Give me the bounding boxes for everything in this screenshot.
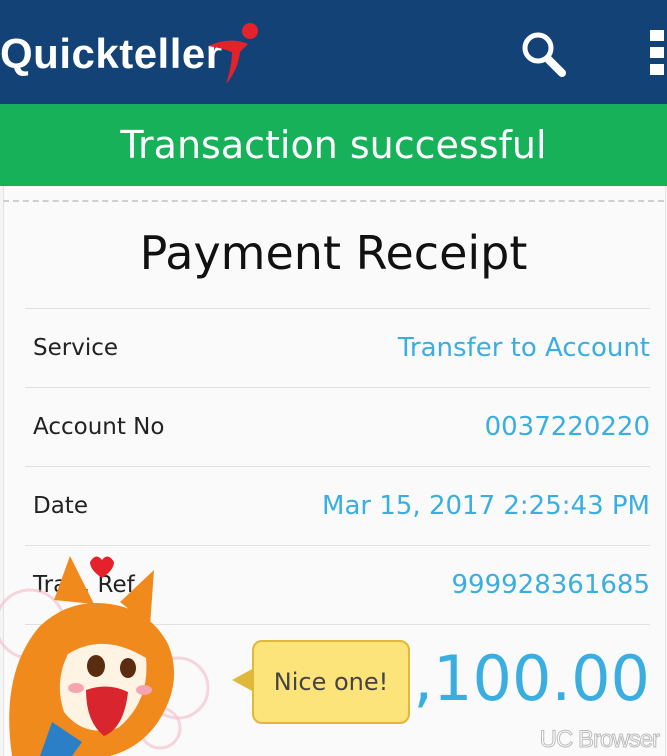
receipt-dashed-divider bbox=[3, 200, 664, 202]
overflow-menu-icon[interactable] bbox=[650, 30, 667, 76]
speech-bubble: Nice one! bbox=[252, 640, 410, 724]
row-value: 0037220220 bbox=[484, 412, 650, 442]
transaction-status-banner: Transaction successful bbox=[0, 104, 667, 186]
row-label: Account No bbox=[33, 414, 165, 440]
quickteller-logo-icon bbox=[208, 23, 258, 84]
receipt-amount: 0,100.00 bbox=[373, 642, 650, 715]
row-value: Mar 15, 2017 2:25:43 PM bbox=[322, 491, 650, 521]
quickteller-logo-text: Quickteller bbox=[0, 30, 223, 77]
app-header: Quickteller bbox=[0, 0, 667, 104]
receipt-row-account-no: Account No 0037220220 bbox=[25, 387, 650, 466]
search-icon[interactable] bbox=[518, 30, 568, 78]
row-value: 999928361685 bbox=[451, 570, 650, 600]
receipt-title: Payment Receipt bbox=[139, 226, 528, 280]
uc-browser-watermark: UC Browser bbox=[539, 726, 660, 754]
receipt-row-date: Date Mar 15, 2017 2:25:43 PM bbox=[25, 466, 650, 545]
uc-squirrel-mascot-icon bbox=[0, 556, 210, 756]
receipt-row-service: Service Transfer to Account bbox=[25, 308, 650, 387]
row-value: Transfer to Account bbox=[397, 333, 650, 363]
row-label: Service bbox=[33, 335, 119, 361]
row-label: Date bbox=[33, 493, 88, 519]
